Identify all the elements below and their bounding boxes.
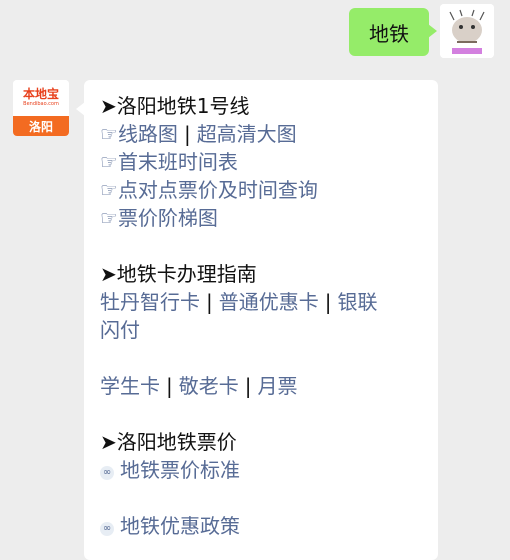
separator: | <box>166 374 173 398</box>
card-links-row: 学生卡 | 敬老卡 | 月票 <box>100 372 424 400</box>
outgoing-message-text: 地铁 <box>369 21 409 46</box>
separator: | <box>244 374 252 398</box>
separator: | <box>324 290 332 314</box>
separator: | <box>206 290 213 314</box>
hand-pointing-right-icon: ☞ <box>100 122 118 146</box>
monthly-ticket-link[interactable]: 月票 <box>258 374 298 398</box>
quickpass-link[interactable]: 闪付 <box>100 318 140 342</box>
list-item: ☞首末班时间表 <box>100 148 424 176</box>
card-links-row-wrap: 闪付 <box>100 316 424 344</box>
link-chain-icon: ∞ <box>100 522 114 536</box>
section-title-line1: ➤洛阳地铁1号线 <box>100 94 250 118</box>
brand-avatar[interactable]: 本地宝 Bendibao.com 洛阳 <box>13 80 69 136</box>
incoming-message: ➤洛阳地铁1号线 ☞线路图 | 超高清大图 ☞首末班时间表 ☞点对点票价及时间查询 … <box>76 80 438 560</box>
timetable-link[interactable]: 首末班时间表 <box>118 150 238 174</box>
list-item: ☞点对点票价及时间查询 <box>100 176 424 204</box>
separator: | <box>183 122 191 146</box>
fare-ladder-link[interactable]: 票价阶梯图 <box>118 206 218 230</box>
link-chain-icon: ∞ <box>100 466 114 480</box>
card-links-row: 牡丹智行卡 | 普通优惠卡 | 银联 <box>100 288 424 316</box>
hand-pointing-right-icon: ☞ <box>100 178 118 202</box>
list-item: ☞票价阶梯图 <box>100 204 424 232</box>
fare-query-link[interactable]: 点对点票价及时间查询 <box>118 178 318 202</box>
brand-name: 本地宝 <box>22 87 59 101</box>
discount-card-link[interactable]: 普通优惠卡 <box>219 290 319 314</box>
list-item: ☞线路图 | 超高清大图 <box>100 120 424 148</box>
discount-policy-link[interactable]: 地铁优惠政策 <box>120 514 240 538</box>
brand-city: 洛阳 <box>13 116 69 136</box>
list-item: ∞ 地铁优惠政策 <box>100 512 424 540</box>
senior-card-link[interactable]: 敬老卡 <box>179 374 239 398</box>
peony-card-link[interactable]: 牡丹智行卡 <box>100 290 200 314</box>
hand-pointing-right-icon: ☞ <box>100 150 118 174</box>
brand-logo: 本地宝 Bendibao.com <box>13 80 69 116</box>
brand-url: Bendibao.com <box>23 101 59 107</box>
outgoing-message[interactable]: 地铁 <box>349 8 437 56</box>
hd-map-link[interactable]: 超高清大图 <box>197 122 297 146</box>
unionpay-link[interactable]: 银联 <box>338 290 378 314</box>
user-avatar-image <box>440 4 494 58</box>
route-map-link[interactable]: 线路图 <box>118 122 178 146</box>
section-title-fare: ➤洛阳地铁票价 <box>100 430 237 454</box>
user-avatar[interactable] <box>440 4 494 58</box>
section-title-card: ➤地铁卡办理指南 <box>100 262 257 286</box>
fare-standard-link[interactable]: 地铁票价标准 <box>120 458 240 482</box>
list-item: ∞ 地铁票价标准 <box>100 456 424 484</box>
hand-pointing-right-icon: ☞ <box>100 206 118 230</box>
student-card-link[interactable]: 学生卡 <box>100 374 160 398</box>
